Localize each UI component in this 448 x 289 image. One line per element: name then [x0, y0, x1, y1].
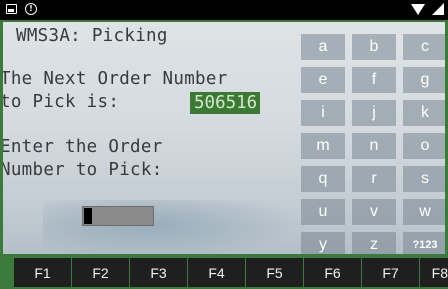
key-j[interactable]: j [352, 100, 396, 126]
key-o[interactable]: o [403, 133, 445, 159]
terminal-screen[interactable]: WMS3A: Picking The Next Order Number to … [0, 20, 448, 289]
status-bar: ! [0, 0, 448, 20]
f7-key[interactable]: F7 [362, 258, 419, 287]
next-order-number: 506516 [190, 92, 261, 114]
key-s[interactable]: s [403, 166, 445, 192]
on-screen-keyboard: a b c e f g i j k m n o q r s u v w y z … [301, 34, 445, 274]
f1-key[interactable]: F1 [14, 258, 71, 287]
text-cursor [84, 208, 92, 224]
enter-order-label-line1: Enter the Order [0, 137, 163, 157]
key-k[interactable]: k [403, 100, 445, 126]
key-q[interactable]: q [301, 166, 345, 192]
signal-icon [432, 3, 444, 15]
key-w[interactable]: w [403, 199, 445, 225]
key-r[interactable]: r [352, 166, 396, 192]
key-v[interactable]: v [352, 199, 396, 225]
key-c[interactable]: c [403, 34, 445, 60]
enter-order-label-line2: Number to Pick: [0, 160, 163, 180]
key-m[interactable]: m [301, 133, 345, 159]
image-icon [6, 4, 17, 14]
order-number-input[interactable] [82, 206, 154, 226]
f6-key[interactable]: F6 [304, 258, 361, 287]
key-f[interactable]: f [352, 67, 396, 93]
f3-key[interactable]: F3 [130, 258, 187, 287]
f5-key[interactable]: F5 [246, 258, 303, 287]
wifi-icon [411, 4, 425, 15]
f8-key-label: F8 [431, 264, 448, 281]
key-g[interactable]: g [403, 67, 445, 93]
key-n[interactable]: n [352, 133, 396, 159]
key-e[interactable]: e [301, 67, 345, 93]
f8-key[interactable]: F8 [420, 258, 448, 287]
info-icon: ! [25, 3, 37, 15]
f2-key[interactable]: F2 [72, 258, 129, 287]
key-u[interactable]: u [301, 199, 345, 225]
screen-title: WMS3A: Picking [16, 26, 168, 46]
next-order-label-line2: to Pick is: [0, 92, 120, 112]
f4-key[interactable]: F4 [188, 258, 245, 287]
function-key-bar: F1 F2 F3 F4 F5 F6 F7 F8 [0, 254, 448, 289]
key-i[interactable]: i [301, 100, 345, 126]
next-order-label-line1: The Next Order Number [0, 69, 228, 89]
key-a[interactable]: a [301, 34, 345, 60]
key-b[interactable]: b [352, 34, 396, 60]
